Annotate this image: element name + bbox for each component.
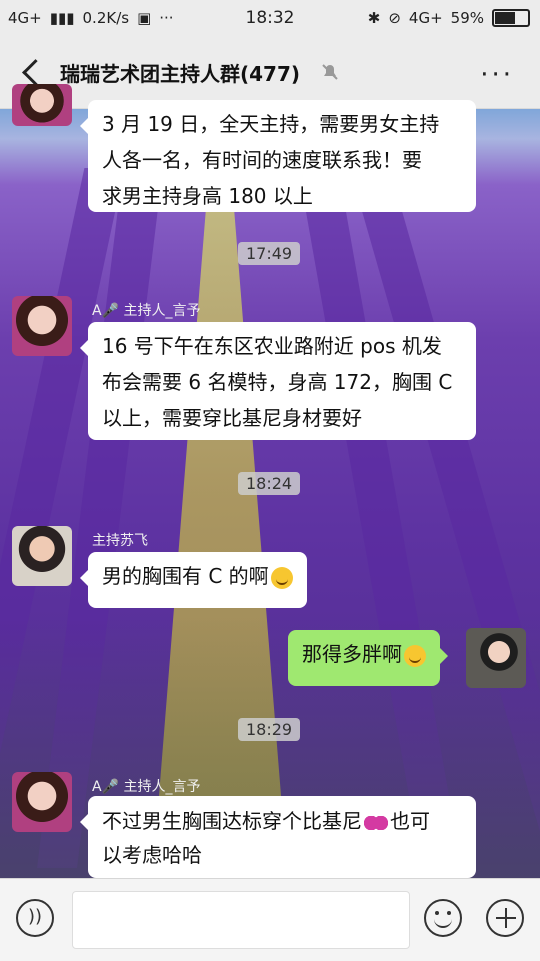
more-icon[interactable]: ··· — [480, 60, 514, 90]
input-bar — [0, 878, 540, 961]
bikini-icon — [364, 815, 388, 830]
message-line: 3 月 19 日，全天主持，需要男女主持 — [102, 112, 440, 136]
voice-icon[interactable] — [16, 899, 54, 937]
mute-bell-icon — [322, 64, 338, 80]
network-indicator-right: 4G+ — [408, 9, 443, 27]
timestamp: 17:49 — [238, 242, 301, 265]
squinting-face-icon — [270, 566, 293, 589]
grinning-face-icon — [404, 644, 426, 667]
message-line-end: 也可 — [390, 809, 430, 833]
avatar[interactable] — [12, 84, 72, 126]
battery-icon — [492, 9, 530, 27]
message-input[interactable] — [72, 891, 410, 949]
avatar[interactable] — [12, 772, 72, 832]
silent-icon: ⊘ — [388, 9, 401, 27]
emoji-icon[interactable] — [424, 899, 462, 937]
message-text: 那得多胖啊 — [302, 642, 402, 666]
timestamp: 18:29 — [238, 718, 301, 741]
timestamp: 18:24 — [238, 472, 301, 495]
plus-icon[interactable] — [486, 899, 524, 937]
bluetooth-icon: ✱ — [367, 9, 381, 27]
avatar[interactable] — [12, 296, 72, 356]
message-line: 求男主持身高 180 以上 — [102, 184, 313, 208]
message-text: 男的胸围有 C 的啊 — [102, 564, 269, 588]
message-line: 以考虑哈哈 — [102, 843, 202, 867]
status-bar: 4G+ ▮▮▮ 0.2K/s ▣ ··· 18:32 ✱ ⊘ 4G+ 59% — [0, 0, 540, 36]
message-line: 以上，需要穿比基尼身材要好 — [102, 406, 362, 430]
avatar[interactable] — [12, 526, 72, 586]
sender-name: A🎤 主持人_言予 — [92, 779, 201, 795]
self-avatar[interactable] — [466, 628, 526, 688]
message-bubble[interactable]: 不过男生胸围达标穿个比基尼 也可 以考虑哈哈 — [80, 796, 476, 878]
message-bubble-self[interactable]: 那得多胖啊 — [288, 630, 448, 686]
message-line: 不过男生胸围达标穿个比基尼 — [102, 809, 362, 833]
message-line: 布会需要 6 名模特，身高 172，胸围 C — [102, 370, 453, 394]
message-line: 人各一名，有时间的速度联系我！要 — [102, 148, 422, 172]
message-bubble[interactable]: 男的胸围有 C 的啊 — [80, 552, 307, 608]
chat-title: 瑞瑞艺术团主持人群(477) — [60, 62, 301, 86]
sender-name: 主持苏飞 — [92, 533, 148, 549]
chat-header: 瑞瑞艺术团主持人群(477) ··· — [0, 36, 540, 109]
message-bubble[interactable]: 3 月 19 日，全天主持，需要男女主持 人各一名，有时间的速度联系我！要 求男… — [80, 100, 476, 212]
message-bubble[interactable]: 16 号下午在东区农业路附近 pos 机发 布会需要 6 名模特，身高 172，… — [80, 322, 476, 440]
sender-name: A🎤 主持人_言予 — [92, 303, 201, 319]
message-line: 16 号下午在东区农业路附近 pos 机发 — [102, 334, 442, 358]
battery-percent: 59% — [450, 9, 484, 27]
